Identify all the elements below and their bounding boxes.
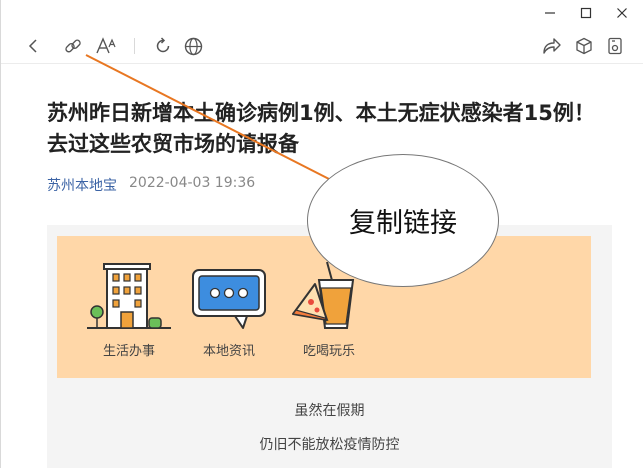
close-icon[interactable] — [615, 6, 629, 20]
toolbar-separator — [134, 38, 135, 54]
copy-link-icon[interactable] — [62, 35, 84, 57]
minimize-icon[interactable] — [543, 6, 557, 20]
body-line: 仍旧不能放松疫情防控 — [259, 437, 400, 453]
article-title: 苏州昨日新增本土确诊病例1例、本土无症状感染者15例！去过这些农贸市场的请报备 — [47, 101, 595, 156]
cube-icon[interactable] — [573, 35, 595, 57]
service-item-news[interactable]: 本地资讯 — [187, 262, 271, 359]
article-meta: 苏州本地宝 2022-04-03 19:36 — [47, 175, 255, 195]
browser-window: 苏州昨日新增本土确诊病例1例、本土无症状感染者15例！去过这些农贸市场的请报备 … — [0, 0, 643, 468]
chat-bubble-icon — [192, 269, 266, 329]
annotation-callout: 复制链接 — [307, 154, 499, 287]
globe-icon[interactable] — [182, 35, 204, 57]
service-label: 生活办事 — [102, 344, 155, 359]
window-controls — [543, 6, 629, 20]
service-label: 吃喝玩乐 — [302, 344, 355, 359]
body-line: 虽然在假期 — [294, 403, 365, 419]
article-source[interactable]: 苏州本地宝 — [47, 175, 117, 195]
service-label: 本地资讯 — [202, 344, 255, 359]
maximize-icon[interactable] — [579, 6, 593, 20]
article-datetime: 2022-04-03 19:36 — [129, 175, 256, 191]
building-icon — [87, 263, 171, 329]
service-item-life[interactable]: 生活办事 — [87, 262, 171, 359]
refresh-icon[interactable] — [152, 35, 174, 57]
back-icon[interactable] — [23, 35, 45, 57]
annotation-text: 复制链接 — [349, 208, 457, 239]
share-icon[interactable] — [541, 35, 563, 57]
toolbar — [1, 28, 643, 64]
pip-icon[interactable] — [604, 35, 626, 57]
font-size-icon[interactable] — [95, 35, 117, 57]
